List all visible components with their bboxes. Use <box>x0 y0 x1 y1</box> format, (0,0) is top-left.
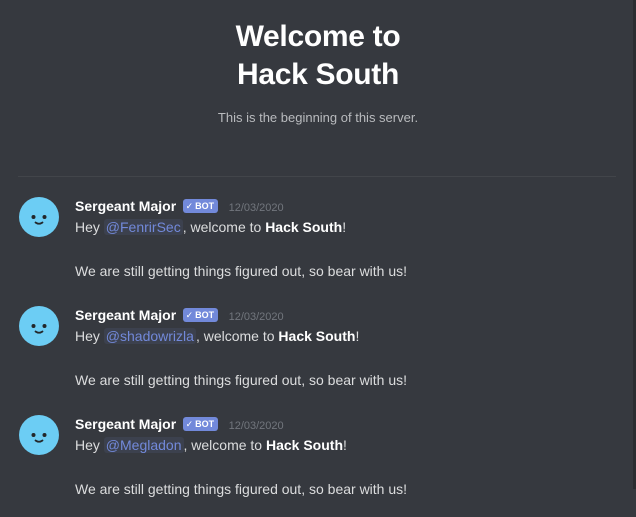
welcome-text: , welcome to <box>183 437 263 453</box>
user-mention[interactable]: @FenrirSec <box>103 219 183 235</box>
verified-check-icon: ✓ <box>185 310 194 320</box>
bot-avatar[interactable] <box>19 197 59 237</box>
divider <box>18 176 616 177</box>
exclamation: ! <box>343 437 347 453</box>
welcome-text: , welcome to <box>182 219 262 235</box>
bot-badge-label: BOT <box>195 201 215 211</box>
exclamation: ! <box>355 328 360 344</box>
server-name: Hack South <box>265 219 343 235</box>
message-header: Sergeant Major ✓ BOT 12/03/2020 <box>75 305 620 325</box>
message-line-2: We are still getting things figured out,… <box>75 481 408 497</box>
bot-avatar[interactable] <box>19 306 59 346</box>
message-line-2: We are still getting things figured out,… <box>75 263 408 279</box>
message-item: Sergeant Major ✓ BOT 12/03/2020 Hey @Megl… <box>0 408 630 517</box>
verified-check-icon: ✓ <box>185 201 194 211</box>
message-timestamp: 12/03/2020 <box>228 420 284 432</box>
bot-badge: ✓ BOT <box>182 199 219 213</box>
message-content: Sergeant Major ✓ BOT 12/03/2020 Hey @Megl… <box>75 414 620 500</box>
welcome-text: , welcome to <box>195 328 275 344</box>
bot-avatar[interactable] <box>19 415 59 455</box>
author-name[interactable]: Sergeant Major <box>75 198 176 214</box>
greeting-text: Hey <box>75 328 100 344</box>
author-name[interactable]: Sergeant Major <box>75 416 176 432</box>
message-header: Sergeant Major ✓ BOT 12/03/2020 <box>75 414 620 434</box>
message-line-2: We are still getting things figured out,… <box>75 372 408 388</box>
welcome-header: Welcome to Hack South This is the beginn… <box>0 0 636 125</box>
welcome-title: Welcome to Hack South <box>235 20 401 91</box>
greeting-text: Hey <box>75 219 100 235</box>
smiley-face-icon <box>31 324 47 334</box>
verified-check-icon: ✓ <box>185 419 194 429</box>
message-timestamp: 12/03/2020 <box>228 202 284 214</box>
user-mention[interactable]: @Megladon <box>103 437 184 453</box>
server-name: Hack South <box>265 437 343 453</box>
message-header: Sergeant Major ✓ BOT 12/03/2020 <box>75 196 620 216</box>
message-timestamp: 12/03/2020 <box>228 311 284 323</box>
message-content: Sergeant Major ✓ BOT 12/03/2020 Hey @Fenr… <box>75 196 620 282</box>
bot-badge-label: BOT <box>195 310 215 320</box>
message-content: Sergeant Major ✓ BOT 12/03/2020 Hey @shad… <box>75 305 620 391</box>
greeting-text: Hey <box>75 437 100 453</box>
smiley-face-icon <box>31 433 47 443</box>
author-name[interactable]: Sergeant Major <box>75 307 176 323</box>
bot-badge: ✓ BOT <box>182 308 219 322</box>
bot-badge: ✓ BOT <box>182 417 219 431</box>
message-item: Sergeant Major ✓ BOT 12/03/2020 Hey @Fenr… <box>0 190 630 299</box>
message-line-1: Hey @shadowrizla, welcome to Hack South! <box>75 325 620 347</box>
message-item: Sergeant Major ✓ BOT 12/03/2020 Hey @shad… <box>0 299 630 408</box>
message-line-1: Hey @FenrirSec, welcome to Hack South! <box>75 216 620 238</box>
message-line-1: Hey @Megladon, welcome to Hack South! <box>75 434 620 456</box>
smiley-face-icon <box>31 215 47 225</box>
exclamation: ! <box>342 219 347 235</box>
server-name: Hack South <box>278 328 356 344</box>
bot-badge-label: BOT <box>195 419 215 429</box>
welcome-subtitle: This is the beginning of this server. <box>217 110 419 125</box>
message-list: Sergeant Major ✓ BOT 12/03/2020 Hey @Fenr… <box>0 190 630 517</box>
user-mention[interactable]: @shadowrizla <box>103 328 196 344</box>
